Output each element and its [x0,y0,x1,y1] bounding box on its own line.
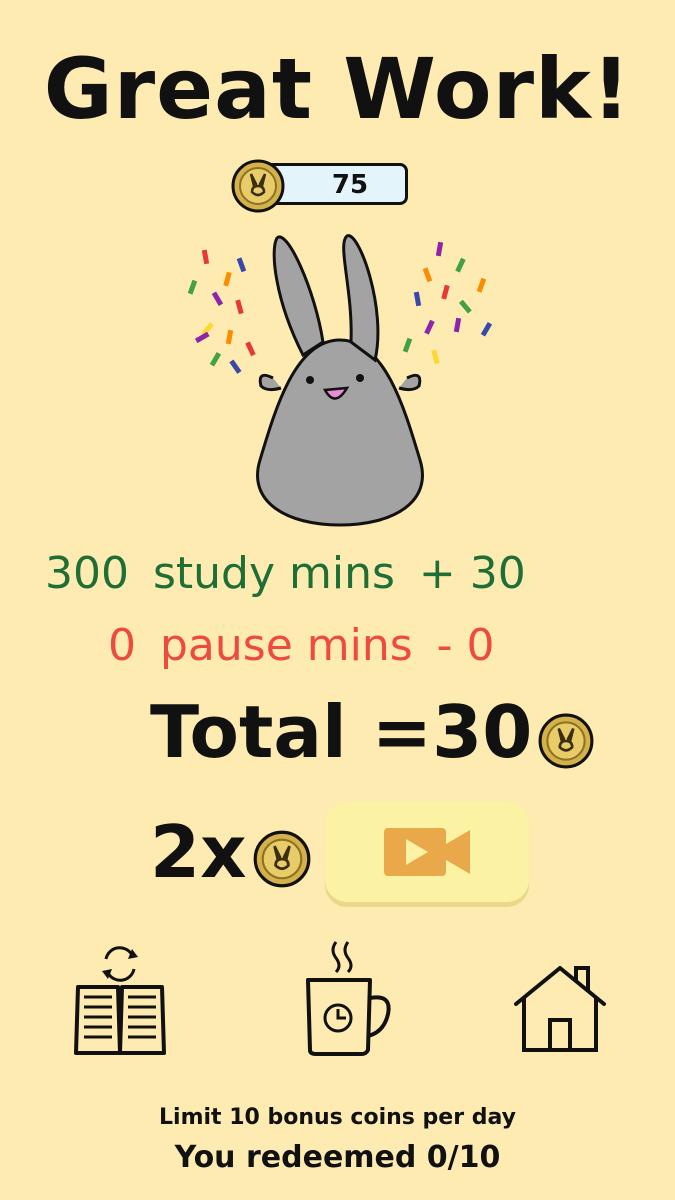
total-line: Total =30 [150,690,532,774]
bonus-multiplier-label: 2x [150,810,247,894]
coin-counter: 75 [230,158,412,214]
total-label: Total = [150,690,433,774]
pause-minutes-delta: - 0 [436,620,495,671]
watch-video-bonus-button[interactable] [325,802,529,902]
study-book-icon[interactable] [72,945,168,1057]
bonus-limit-text: Limit 10 bonus coins per day [159,1105,516,1130]
coin-count: 75 [331,170,369,200]
coin-bunny-icon [538,713,594,769]
pause-minutes-value: 0 [108,620,136,671]
home-icon[interactable] [512,962,608,1054]
study-minutes-line: 300 study mins + 30 [45,548,526,599]
page-title: Great Work! [43,40,632,138]
study-minutes-value: 300 [45,548,129,599]
break-cup-icon[interactable] [302,938,394,1058]
confetti-right [402,241,493,365]
video-camera-icon [384,828,470,876]
study-minutes-label: study mins [152,548,395,599]
pause-minutes-line: 0 pause mins - 0 [108,620,495,671]
pause-minutes-label: pause mins [160,620,413,671]
confetti-left [187,249,256,374]
total-value: 30 [432,690,533,774]
redeemed-count-text: You redeemed 0/10 [174,1140,501,1175]
coin-bunny-icon [253,830,311,888]
coin-bunny-icon [231,159,285,213]
study-minutes-delta: + 30 [418,548,526,599]
celebrating-bunny-illustration [187,234,493,527]
